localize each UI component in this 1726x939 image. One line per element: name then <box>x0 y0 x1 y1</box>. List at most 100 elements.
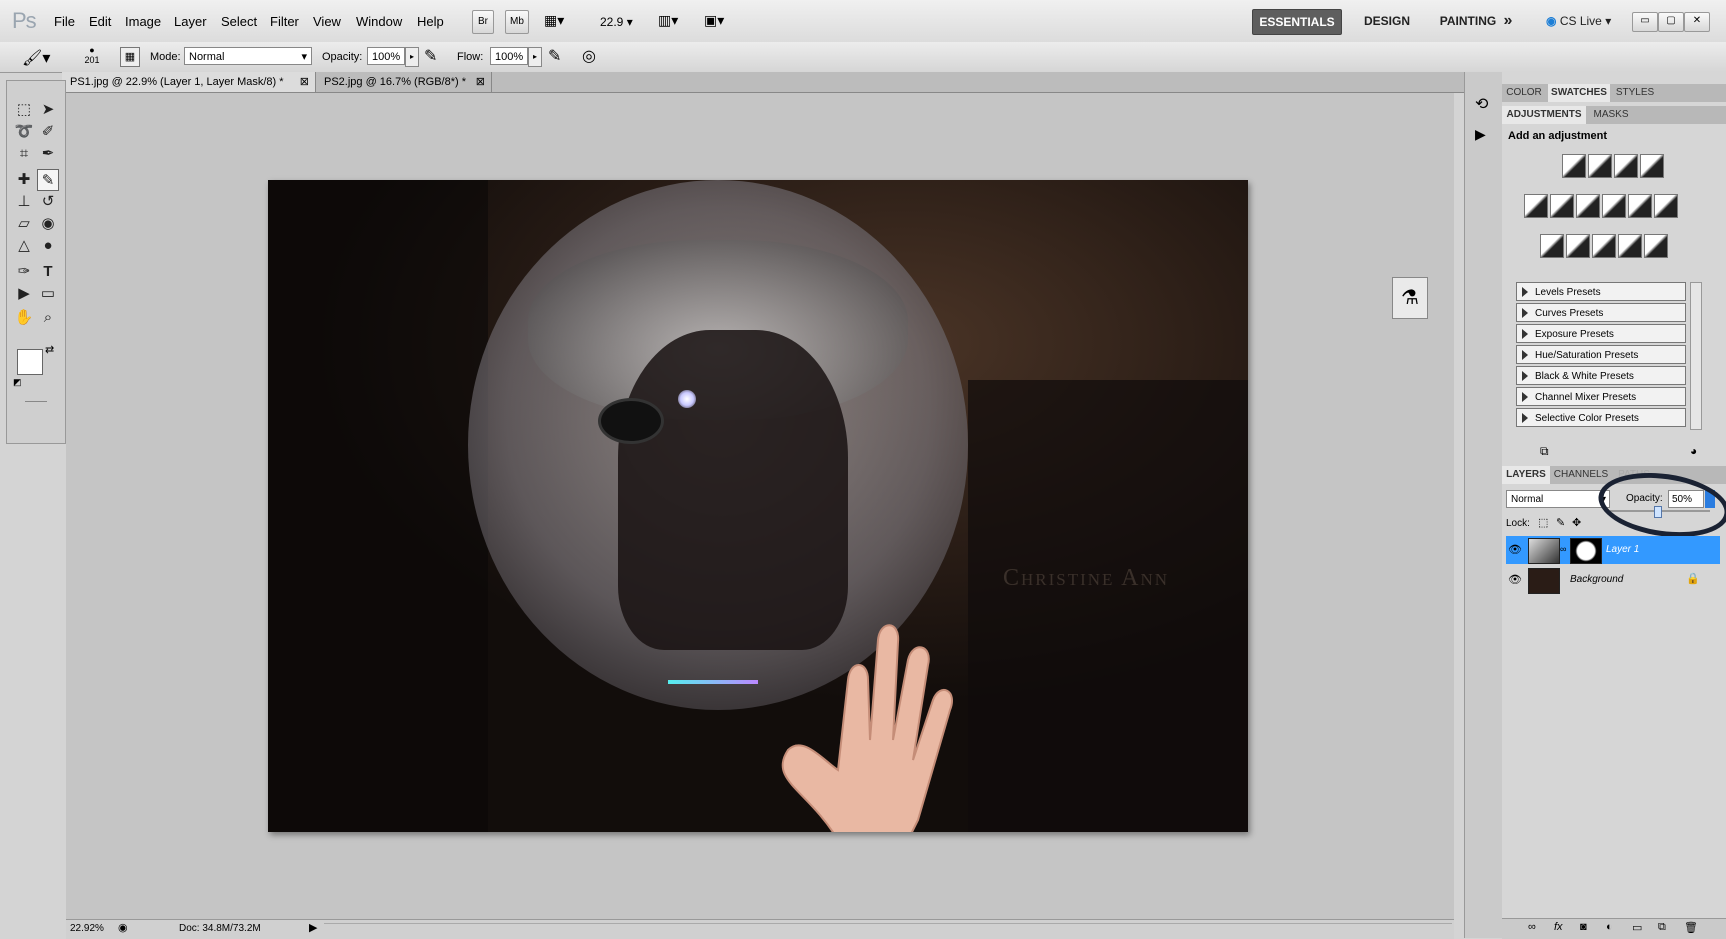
gradient-map-icon[interactable] <box>1618 234 1642 258</box>
type-tool-icon[interactable]: T <box>37 261 59 283</box>
tab-ps1[interactable]: PS1.jpg @ 22.9% (Layer 1, Layer Mask/8) … <box>62 72 316 92</box>
black-white-icon[interactable] <box>1602 194 1626 218</box>
workspace-essentials[interactable]: ESSENTIALS <box>1252 9 1342 35</box>
preset-black-white[interactable]: Black & White Presets <box>1516 366 1686 385</box>
foreground-color-swatch[interactable] <box>17 349 43 375</box>
delete-layer-icon[interactable]: 🗑 <box>1684 921 1698 934</box>
eye-icon[interactable]: 👁 <box>1508 573 1522 587</box>
tab-ps2[interactable]: PS2.jpg @ 16.7% (RGB/8*) * ⊠ <box>316 72 492 92</box>
default-colors-icon[interactable]: ◩ <box>13 377 22 388</box>
blend-mode-select[interactable]: Normal ▾ <box>1506 490 1610 508</box>
presets-scrollbar[interactable] <box>1690 282 1702 430</box>
menu-help[interactable]: Help <box>417 14 444 29</box>
dodge-tool-icon[interactable]: ● <box>37 235 59 257</box>
tab-masks[interactable]: MASKS <box>1588 106 1634 124</box>
path-selection-tool-icon[interactable]: ▶ <box>13 283 35 305</box>
tab-adjustments[interactable]: ADJUSTMENTS <box>1502 106 1586 124</box>
pen-tool-icon[interactable]: ✑ <box>13 261 35 283</box>
brush-tool-preset-icon[interactable]: 🖌▾ <box>22 48 50 68</box>
layer-mask-thumbnail[interactable] <box>1570 538 1602 564</box>
posterize-icon[interactable] <box>1566 234 1590 258</box>
quick-selection-tool-icon[interactable]: ✐ <box>37 121 59 143</box>
minimize-button[interactable]: ▭ <box>1632 12 1658 32</box>
threshold-icon[interactable] <box>1592 234 1616 258</box>
status-info-icon[interactable]: ◉ <box>118 921 128 934</box>
lasso-tool-icon[interactable]: ➰ <box>13 121 35 143</box>
photo-filter-icon[interactable] <box>1628 194 1652 218</box>
menu-image[interactable]: Image <box>125 14 161 29</box>
airbrush-icon[interactable]: ✎ <box>548 46 561 66</box>
close-icon[interactable]: ⊠ <box>476 72 485 92</box>
new-layer-icon[interactable]: ⧉ <box>1658 921 1666 934</box>
maximize-button[interactable]: ▢ <box>1658 12 1684 32</box>
opacity-slider-toggle[interactable]: ▸ <box>405 47 419 67</box>
tablet-opacity-icon[interactable]: ✎ <box>424 46 437 66</box>
brightness-contrast-icon[interactable] <box>1562 154 1586 178</box>
layer-row[interactable]: 👁 Background 🔒 <box>1506 566 1720 594</box>
mini-bridge-button[interactable]: Mb <box>505 10 529 34</box>
channel-mixer-icon[interactable] <box>1654 194 1678 218</box>
swap-colors-icon[interactable]: ⇄ <box>45 343 54 356</box>
workspace-design[interactable]: DESIGN <box>1352 9 1422 33</box>
tablet-size-icon[interactable]: ◎ <box>582 46 596 66</box>
close-button[interactable]: ✕ <box>1684 12 1710 32</box>
adjustments-mask-icon[interactable]: ◕ <box>1690 444 1697 458</box>
menu-select[interactable]: Select <box>221 14 257 29</box>
paint-bucket-tool-icon[interactable]: ◉ <box>37 213 59 235</box>
color-balance-icon[interactable] <box>1576 194 1600 218</box>
flask-panel-icon[interactable]: ⚗ <box>1392 277 1428 319</box>
eraser-tool-icon[interactable]: ▱ <box>13 213 35 235</box>
new-adjustment-icon[interactable]: ◐ <box>1606 921 1613 933</box>
zoom-tool-icon[interactable]: ⌕ <box>37 307 59 329</box>
rectangle-tool-icon[interactable]: ▭ <box>37 283 59 305</box>
hand-tool-icon[interactable]: ✋ <box>13 307 35 329</box>
lock-position-icon[interactable]: ✥ <box>1572 516 1581 529</box>
marquee-tool-icon[interactable]: ⬚ <box>13 99 35 121</box>
flow-slider-toggle[interactable]: ▸ <box>528 47 542 67</box>
tab-swatches[interactable]: SWATCHES <box>1548 84 1610 102</box>
brush-tool-icon[interactable]: ✎ <box>37 169 59 191</box>
preset-hue-saturation[interactable]: Hue/Saturation Presets <box>1516 345 1686 364</box>
menu-window[interactable]: Window <box>356 14 402 29</box>
arrange-documents-icon[interactable]: ▥▾ <box>658 12 678 29</box>
flow-field[interactable]: 100% <box>490 47 528 65</box>
preset-levels[interactable]: Levels Presets <box>1516 282 1686 301</box>
lock-pixels-icon[interactable]: ✎ <box>1556 516 1565 529</box>
preset-channel-mixer[interactable]: Channel Mixer Presets <box>1516 387 1686 406</box>
healing-brush-tool-icon[interactable]: ✚ <box>13 169 35 191</box>
exposure-icon[interactable] <box>1640 154 1664 178</box>
preset-exposure[interactable]: Exposure Presets <box>1516 324 1686 343</box>
move-tool-icon[interactable]: ➤ <box>37 99 59 121</box>
opacity-field[interactable]: 100% <box>367 47 405 65</box>
lock-transparency-icon[interactable]: ⬚ <box>1538 516 1548 529</box>
invert-icon[interactable] <box>1540 234 1564 258</box>
workspace-more[interactable]: » <box>1498 9 1518 33</box>
blur-tool-icon[interactable]: △ <box>13 235 35 257</box>
new-group-icon[interactable]: ▭ <box>1632 921 1642 934</box>
menu-view[interactable]: View <box>313 14 341 29</box>
preset-selective-color[interactable]: Selective Color Presets <box>1516 408 1686 427</box>
tab-layers[interactable]: LAYERS <box>1502 466 1550 484</box>
document-image[interactable]: Christine Ann <box>268 180 1248 832</box>
status-menu-arrow[interactable]: ▶ <box>309 921 317 934</box>
menu-edit[interactable]: Edit <box>89 14 111 29</box>
tab-channels[interactable]: CHANNELS <box>1552 466 1610 484</box>
tab-color[interactable]: COLOR <box>1502 84 1546 102</box>
workspace-painting[interactable]: PAINTING <box>1428 9 1508 33</box>
add-mask-icon[interactable]: ◙ <box>1580 921 1587 933</box>
clone-stamp-tool-icon[interactable]: ⊥ <box>13 191 35 213</box>
clip-to-layer-icon[interactable]: ⧉ <box>1540 444 1549 459</box>
menu-layer[interactable]: Layer <box>174 14 207 29</box>
crop-tool-icon[interactable]: ⌗ <box>13 143 35 165</box>
brush-preset-picker[interactable]: ● 201 <box>74 45 110 69</box>
actions-panel-icon[interactable]: ▶ <box>1475 126 1486 143</box>
horizontal-scrollbar[interactable] <box>324 923 1452 936</box>
menu-file[interactable]: File <box>54 14 75 29</box>
layer-row[interactable]: 👁 ∞ Layer 1 <box>1506 536 1720 564</box>
link-layers-icon[interactable]: ∞ <box>1528 921 1536 933</box>
view-extras-icon[interactable]: ▦▾ <box>544 12 576 30</box>
preset-curves[interactable]: Curves Presets <box>1516 303 1686 322</box>
brush-panel-toggle[interactable]: ▦ <box>120 47 140 67</box>
screen-mode-icon[interactable]: ▣▾ <box>704 12 724 29</box>
history-brush-tool-icon[interactable]: ↺ <box>37 191 59 213</box>
